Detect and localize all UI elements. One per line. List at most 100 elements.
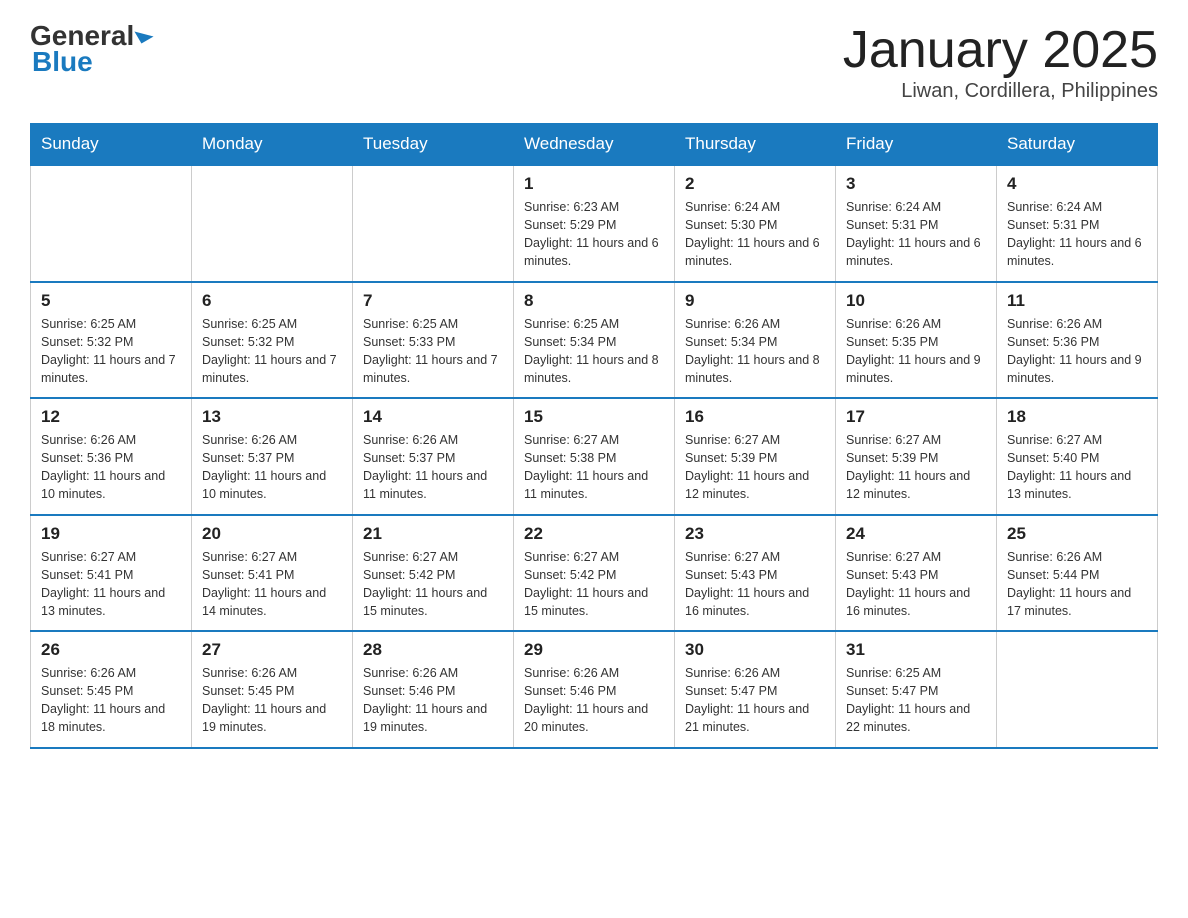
day-info: Sunrise: 6:27 AM Sunset: 5:40 PM Dayligh…	[1007, 431, 1147, 504]
logo-arrow-icon	[135, 24, 154, 43]
day-info: Sunrise: 6:26 AM Sunset: 5:46 PM Dayligh…	[363, 664, 503, 737]
day-cell: 16Sunrise: 6:27 AM Sunset: 5:39 PM Dayli…	[675, 398, 836, 515]
day-info: Sunrise: 6:25 AM Sunset: 5:32 PM Dayligh…	[41, 315, 181, 388]
day-info: Sunrise: 6:26 AM Sunset: 5:47 PM Dayligh…	[685, 664, 825, 737]
day-cell: 29 Sunrise: 6:26 AM Sunset: 5:46 PM Dayli…	[514, 631, 675, 748]
day-cell: 18Sunrise: 6:27 AM Sunset: 5:40 PM Dayli…	[997, 398, 1158, 515]
calendar-table: Sunday Monday Tuesday Wednesday Thursday…	[30, 123, 1158, 749]
day-number: 13	[202, 407, 342, 427]
day-info: Sunrise: 6:26 AM Sunset: 5:37 PM Dayligh…	[363, 431, 503, 504]
day-number: 26	[41, 640, 181, 660]
page-header: General Blue January 2025 Liwan, Cordill…	[30, 20, 1158, 103]
day-cell: 2 Sunrise: 6:24 AM Sunset: 5:30 PM Daylig…	[675, 165, 836, 282]
day-cell: 8Sunrise: 6:25 AM Sunset: 5:34 PM Daylig…	[514, 282, 675, 399]
day-cell: 21 Sunrise: 6:27 AM Sunset: 5:42 PM Dayli…	[353, 515, 514, 632]
day-number: 20	[202, 524, 342, 544]
day-number: 8	[524, 291, 664, 311]
day-info: Sunrise: 6:25 AM Sunset: 5:33 PM Dayligh…	[363, 315, 503, 388]
day-cell: 23Sunrise: 6:27 AM Sunset: 5:43 PM Dayli…	[675, 515, 836, 632]
day-number: 12	[41, 407, 181, 427]
day-cell: 4Sunrise: 6:24 AM Sunset: 5:31 PM Daylig…	[997, 165, 1158, 282]
day-number: 5	[41, 291, 181, 311]
day-number: 17	[846, 407, 986, 427]
day-number: 22	[524, 524, 664, 544]
day-number: 28	[363, 640, 503, 660]
day-info: Sunrise: 6:26 AM Sunset: 5:37 PM Dayligh…	[202, 431, 342, 504]
day-info: Sunrise: 6:26 AM Sunset: 5:36 PM Dayligh…	[41, 431, 181, 504]
header-friday: Friday	[836, 124, 997, 166]
day-cell: 13 Sunrise: 6:26 AM Sunset: 5:37 PM Dayli…	[192, 398, 353, 515]
day-number: 31	[846, 640, 986, 660]
day-number: 2	[685, 174, 825, 194]
day-cell: 22 Sunrise: 6:27 AM Sunset: 5:42 PM Dayli…	[514, 515, 675, 632]
day-cell: 1 Sunrise: 6:23 AM Sunset: 5:29 PM Daylig…	[514, 165, 675, 282]
day-info: Sunrise: 6:26 AM Sunset: 5:44 PM Dayligh…	[1007, 548, 1147, 621]
day-cell	[31, 165, 192, 282]
logo: General Blue	[30, 20, 151, 78]
day-info: Sunrise: 6:25 AM Sunset: 5:32 PM Dayligh…	[202, 315, 342, 388]
day-number: 14	[363, 407, 503, 427]
day-number: 29	[524, 640, 664, 660]
day-info: Sunrise: 6:27 AM Sunset: 5:41 PM Dayligh…	[41, 548, 181, 621]
day-cell: 26 Sunrise: 6:26 AM Sunset: 5:45 PM Dayli…	[31, 631, 192, 748]
day-cell	[353, 165, 514, 282]
day-number: 1	[524, 174, 664, 194]
day-cell: 25Sunrise: 6:26 AM Sunset: 5:44 PM Dayli…	[997, 515, 1158, 632]
calendar-header: Sunday Monday Tuesday Wednesday Thursday…	[31, 124, 1158, 166]
day-number: 9	[685, 291, 825, 311]
week-row-2: 5 Sunrise: 6:25 AM Sunset: 5:32 PM Daylig…	[31, 282, 1158, 399]
day-info: Sunrise: 6:27 AM Sunset: 5:43 PM Dayligh…	[846, 548, 986, 621]
title-section: January 2025 Liwan, Cordillera, Philippi…	[843, 20, 1158, 103]
day-number: 21	[363, 524, 503, 544]
day-cell: 7 Sunrise: 6:25 AM Sunset: 5:33 PM Daylig…	[353, 282, 514, 399]
day-number: 24	[846, 524, 986, 544]
header-saturday: Saturday	[997, 124, 1158, 166]
day-number: 19	[41, 524, 181, 544]
day-info: Sunrise: 6:25 AM Sunset: 5:47 PM Dayligh…	[846, 664, 986, 737]
day-cell: 31 Sunrise: 6:25 AM Sunset: 5:47 PM Dayli…	[836, 631, 997, 748]
day-info: Sunrise: 6:23 AM Sunset: 5:29 PM Dayligh…	[524, 198, 664, 271]
day-info: Sunrise: 6:26 AM Sunset: 5:36 PM Dayligh…	[1007, 315, 1147, 388]
day-cell: 11 Sunrise: 6:26 AM Sunset: 5:36 PM Dayli…	[997, 282, 1158, 399]
week-row-1: 1 Sunrise: 6:23 AM Sunset: 5:29 PM Daylig…	[31, 165, 1158, 282]
day-info: Sunrise: 6:24 AM Sunset: 5:30 PM Dayligh…	[685, 198, 825, 271]
day-number: 10	[846, 291, 986, 311]
day-info: Sunrise: 6:27 AM Sunset: 5:38 PM Dayligh…	[524, 431, 664, 504]
day-cell: 30 Sunrise: 6:26 AM Sunset: 5:47 PM Dayli…	[675, 631, 836, 748]
calendar-body: 1 Sunrise: 6:23 AM Sunset: 5:29 PM Daylig…	[31, 165, 1158, 748]
day-info: Sunrise: 6:27 AM Sunset: 5:42 PM Dayligh…	[524, 548, 664, 621]
day-cell: 20 Sunrise: 6:27 AM Sunset: 5:41 PM Dayli…	[192, 515, 353, 632]
week-row-3: 12 Sunrise: 6:26 AM Sunset: 5:36 PM Dayli…	[31, 398, 1158, 515]
day-number: 11	[1007, 291, 1147, 311]
location: Liwan, Cordillera, Philippines	[843, 80, 1158, 103]
day-cell: 9Sunrise: 6:26 AM Sunset: 5:34 PM Daylig…	[675, 282, 836, 399]
day-info: Sunrise: 6:26 AM Sunset: 5:35 PM Dayligh…	[846, 315, 986, 388]
day-number: 16	[685, 407, 825, 427]
week-row-4: 19 Sunrise: 6:27 AM Sunset: 5:41 PM Dayli…	[31, 515, 1158, 632]
day-cell: 12 Sunrise: 6:26 AM Sunset: 5:36 PM Dayli…	[31, 398, 192, 515]
day-info: Sunrise: 6:27 AM Sunset: 5:42 PM Dayligh…	[363, 548, 503, 621]
day-number: 15	[524, 407, 664, 427]
month-title: January 2025	[843, 20, 1158, 80]
header-tuesday: Tuesday	[353, 124, 514, 166]
day-info: Sunrise: 6:26 AM Sunset: 5:45 PM Dayligh…	[41, 664, 181, 737]
day-number: 30	[685, 640, 825, 660]
header-row: Sunday Monday Tuesday Wednesday Thursday…	[31, 124, 1158, 166]
day-number: 23	[685, 524, 825, 544]
day-cell: 19 Sunrise: 6:27 AM Sunset: 5:41 PM Dayli…	[31, 515, 192, 632]
day-cell: 6Sunrise: 6:25 AM Sunset: 5:32 PM Daylig…	[192, 282, 353, 399]
day-number: 7	[363, 291, 503, 311]
day-cell: 17Sunrise: 6:27 AM Sunset: 5:39 PM Dayli…	[836, 398, 997, 515]
day-cell: 5 Sunrise: 6:25 AM Sunset: 5:32 PM Daylig…	[31, 282, 192, 399]
day-info: Sunrise: 6:26 AM Sunset: 5:46 PM Dayligh…	[524, 664, 664, 737]
day-info: Sunrise: 6:27 AM Sunset: 5:41 PM Dayligh…	[202, 548, 342, 621]
day-info: Sunrise: 6:24 AM Sunset: 5:31 PM Dayligh…	[846, 198, 986, 271]
header-wednesday: Wednesday	[514, 124, 675, 166]
header-thursday: Thursday	[675, 124, 836, 166]
day-cell: 28 Sunrise: 6:26 AM Sunset: 5:46 PM Dayli…	[353, 631, 514, 748]
logo-blue-text: Blue	[32, 46, 93, 78]
week-row-5: 26 Sunrise: 6:26 AM Sunset: 5:45 PM Dayli…	[31, 631, 1158, 748]
day-number: 3	[846, 174, 986, 194]
day-cell: 10 Sunrise: 6:26 AM Sunset: 5:35 PM Dayli…	[836, 282, 997, 399]
day-cell: 14 Sunrise: 6:26 AM Sunset: 5:37 PM Dayli…	[353, 398, 514, 515]
